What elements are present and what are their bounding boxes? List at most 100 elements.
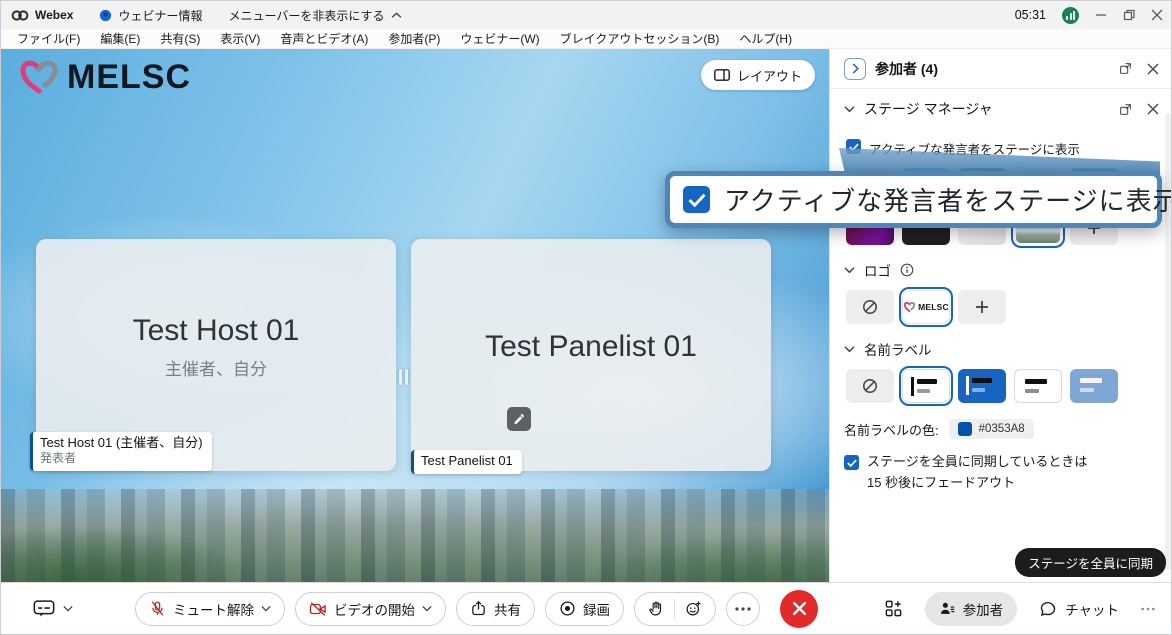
name-label-color-label: 名前ラベルの色: xyxy=(844,420,939,439)
chat-icon xyxy=(1039,600,1057,618)
sync-fade-line1: ステージを全員に同期しているときは xyxy=(867,454,1087,469)
add-logo-button[interactable] xyxy=(958,290,1006,324)
active-speaker-callout: アクティブな発言者をステージに表示 xyxy=(665,171,1162,228)
raise-hand-icon[interactable] xyxy=(648,600,664,617)
logo-swatch-row: MELSC xyxy=(846,290,1159,324)
sync-fade-checkbox-row[interactable]: ステージを全員に同期しているときは 15 秒後にフェードアウト xyxy=(844,452,1159,494)
sync-fade-label: ステージを全員に同期しているときは 15 秒後にフェードアウト xyxy=(867,452,1087,494)
more-options-button[interactable] xyxy=(726,592,760,626)
menubar: ファイル(F) 編集(E) 共有(S) 表示(V) 音声とビデオ(A) 参加者(… xyxy=(1,29,1172,49)
panelist-tile-name: Test Panelist 01 xyxy=(485,330,697,364)
reactions-icon[interactable] xyxy=(685,600,702,617)
share-button[interactable]: 共有 xyxy=(456,592,535,626)
layout-icon xyxy=(714,69,730,81)
leave-meeting-button[interactable] xyxy=(780,590,818,628)
record-button[interactable]: 録画 xyxy=(545,592,624,626)
edit-pencil-button[interactable] xyxy=(507,407,531,431)
meeting-clock: 05:31 xyxy=(1015,8,1046,22)
melsc-heart-icon xyxy=(17,57,61,97)
right-sidebar: 参加者 (4) ステージ マネージャ xyxy=(829,49,1172,584)
layout-button[interactable]: レイアウト xyxy=(701,60,815,90)
name-label-style-2[interactable] xyxy=(958,369,1006,403)
callout-checkbox xyxy=(683,186,710,213)
name-label-style-3[interactable] xyxy=(1014,369,1062,403)
collapse-logo-icon[interactable] xyxy=(844,266,855,274)
menu-item-edit[interactable]: 編集(E) xyxy=(90,30,150,47)
share-label: 共有 xyxy=(494,599,521,619)
logo-section-header: ロゴ xyxy=(844,260,1159,280)
sync-fade-checkbox[interactable] xyxy=(844,455,859,470)
close-window-button[interactable] xyxy=(1151,9,1163,21)
webinar-info-icon xyxy=(99,9,112,22)
webinar-info-button[interactable]: ウェビナー情報 xyxy=(99,7,202,24)
record-icon xyxy=(559,600,576,617)
menu-item-file[interactable]: ファイル(F) xyxy=(7,30,90,47)
reactions-divider xyxy=(674,599,675,619)
info-icon[interactable] xyxy=(900,263,914,277)
name-label-style-4[interactable] xyxy=(1070,369,1118,403)
close-stage-manager-icon[interactable] xyxy=(1147,103,1159,115)
restore-button[interactable] xyxy=(1123,9,1135,21)
control-toolbar: ミュート解除 ビデオの開始 共有 xyxy=(1,582,1172,634)
stage-manager-header: ステージ マネージャ xyxy=(830,89,1172,129)
minimize-button[interactable] xyxy=(1095,9,1107,21)
stage-brand-text: MELSC xyxy=(67,58,191,97)
sync-stage-button[interactable]: ステージを全員に同期 xyxy=(1015,548,1166,577)
connection-quality-icon[interactable] xyxy=(1062,7,1079,24)
logo-swatch-text: MELSC xyxy=(918,302,949,312)
menu-item-participants[interactable]: 参加者(P) xyxy=(378,30,450,47)
menu-item-share[interactable]: 共有(S) xyxy=(150,30,210,47)
host-tile-center: Test Host 01 主催者、自分 xyxy=(36,231,396,463)
name-label-color-picker[interactable]: #0353A8 xyxy=(949,419,1034,439)
webex-brand: Webex xyxy=(11,8,73,22)
unmute-button[interactable]: ミュート解除 xyxy=(135,592,285,626)
video-tile-host[interactable]: Test Host 01 主催者、自分 Test Host 01 (主催者、自分… xyxy=(36,239,396,471)
host-name-label: Test Host 01 (主催者、自分) 発表者 xyxy=(30,432,212,471)
popout-participants-icon[interactable] xyxy=(1119,62,1132,75)
name-label-section-title: 名前ラベル xyxy=(864,339,932,359)
panels-more-button[interactable] xyxy=(1141,607,1155,611)
hide-menubar-label: メニューバーを非表示にする xyxy=(228,7,384,24)
record-label: 録画 xyxy=(583,599,610,619)
host-tile-role: 主催者、自分 xyxy=(165,355,267,380)
menu-item-webinar[interactable]: ウェビナー(W) xyxy=(450,30,549,47)
captions-icon xyxy=(33,600,55,617)
chat-button-label: チャット xyxy=(1065,599,1119,619)
webex-window: Webex ウェビナー情報 メニューバーを非表示にする 05:31 xyxy=(0,0,1172,635)
logo-melsc-swatch-selected[interactable]: MELSC xyxy=(902,290,950,324)
unmute-chevron-icon[interactable] xyxy=(261,605,271,612)
menu-item-view[interactable]: 表示(V) xyxy=(210,30,270,47)
captions-chevron-icon xyxy=(63,605,73,612)
menu-item-help[interactable]: ヘルプ(H) xyxy=(729,30,802,47)
webinar-info-label: ウェビナー情報 xyxy=(118,7,202,24)
name-label-section-header: 名前ラベル xyxy=(844,339,1159,359)
participants-button-label: 参加者 xyxy=(963,599,1004,619)
app-name: Webex xyxy=(35,8,73,22)
menu-item-breakout[interactable]: ブレイクアウトセッション(B) xyxy=(550,30,730,47)
menu-item-audio-video[interactable]: 音声とビデオ(A) xyxy=(270,30,378,47)
color-swatch-icon xyxy=(958,422,972,436)
collapse-stage-manager-icon[interactable] xyxy=(844,105,855,113)
popout-stage-manager-icon[interactable] xyxy=(1119,103,1132,116)
participants-toggle-button[interactable]: 参加者 xyxy=(925,592,1018,626)
name-label-style-row xyxy=(846,369,1159,403)
panelist-label-name: Test Panelist 01 xyxy=(421,453,513,470)
apps-button[interactable] xyxy=(884,599,903,618)
name-label-none-swatch[interactable] xyxy=(846,369,894,403)
logo-none-swatch[interactable] xyxy=(846,290,894,324)
start-video-button[interactable]: ビデオの開始 xyxy=(295,592,446,626)
close-participants-icon[interactable] xyxy=(1147,63,1159,75)
collapse-name-label-icon[interactable] xyxy=(844,345,855,353)
sync-fade-line2: 15 秒後にフェードアウト xyxy=(867,475,1015,490)
expand-participants-button[interactable] xyxy=(844,58,866,80)
chat-toggle-button[interactable]: チャット xyxy=(1039,599,1119,619)
start-video-chevron-icon[interactable] xyxy=(422,605,432,612)
camera-off-icon xyxy=(309,601,327,617)
name-label-style-1-selected[interactable] xyxy=(902,369,950,403)
tile-resize-handle[interactable] xyxy=(399,369,408,385)
video-tile-panelist[interactable]: Test Panelist 01 Test Panelist 01 xyxy=(411,239,771,471)
video-stage: MELSC レイアウト Test Host 01 主催者、自分 Test Hos… xyxy=(1,49,829,584)
reactions-group xyxy=(634,592,716,626)
captions-button[interactable] xyxy=(33,600,73,617)
hide-menubar-button[interactable]: メニューバーを非表示にする xyxy=(228,7,401,24)
